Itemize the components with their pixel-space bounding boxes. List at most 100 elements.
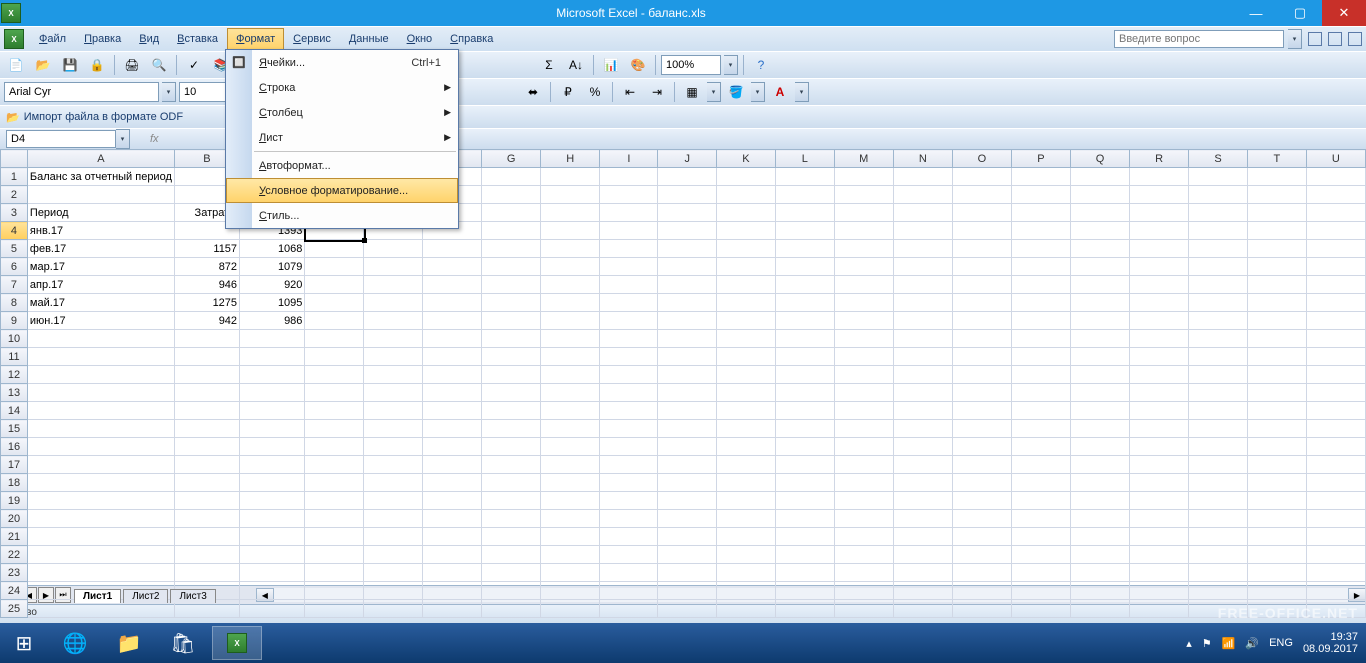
cell-F22[interactable] xyxy=(423,546,482,564)
cell-J11[interactable] xyxy=(658,348,717,366)
cell-N7[interactable] xyxy=(893,276,952,294)
cell-E12[interactable] xyxy=(364,366,423,384)
cell-R18[interactable] xyxy=(1130,474,1189,492)
cell-O9[interactable] xyxy=(952,312,1011,330)
cell-N21[interactable] xyxy=(893,528,952,546)
cell-T14[interactable] xyxy=(1247,402,1306,420)
cell-U15[interactable] xyxy=(1306,420,1365,438)
cell-I12[interactable] xyxy=(600,366,658,384)
menu-item[interactable]: Условное форматирование... xyxy=(226,178,458,203)
cell-U12[interactable] xyxy=(1306,366,1365,384)
zoom-dropdown[interactable]: ▾ xyxy=(724,55,738,75)
cell-M21[interactable] xyxy=(834,528,893,546)
cell-Q23[interactable] xyxy=(1070,564,1129,582)
cell-R20[interactable] xyxy=(1130,510,1189,528)
fx-label[interactable]: fx xyxy=(150,133,159,145)
cell-U16[interactable] xyxy=(1306,438,1365,456)
col-header-U[interactable]: U xyxy=(1306,150,1365,168)
cell-T13[interactable] xyxy=(1247,384,1306,402)
cell-P8[interactable] xyxy=(1012,294,1071,312)
cell-F14[interactable] xyxy=(423,402,482,420)
cell-S24[interactable] xyxy=(1189,582,1248,600)
cell-U2[interactable] xyxy=(1306,186,1365,204)
cell-D19[interactable] xyxy=(305,492,364,510)
cell-J16[interactable] xyxy=(658,438,717,456)
cell-B15[interactable] xyxy=(174,420,239,438)
cell-F17[interactable] xyxy=(423,456,482,474)
cell-P16[interactable] xyxy=(1012,438,1071,456)
cell-P25[interactable] xyxy=(1012,600,1071,618)
cell-J9[interactable] xyxy=(658,312,717,330)
font-size-selector[interactable]: 10 xyxy=(179,82,227,102)
row-header-5[interactable]: 5 xyxy=(1,240,28,258)
row-header-3[interactable]: 3 xyxy=(1,204,28,222)
tray-network-icon[interactable]: 📶 xyxy=(1222,637,1236,650)
cell-H22[interactable] xyxy=(541,546,600,564)
cell-A12[interactable] xyxy=(27,366,174,384)
cell-J12[interactable] xyxy=(658,366,717,384)
inc-indent-icon[interactable]: ⇥ xyxy=(645,80,669,104)
cell-N16[interactable] xyxy=(893,438,952,456)
cell-Q25[interactable] xyxy=(1070,600,1129,618)
cell-P6[interactable] xyxy=(1012,258,1071,276)
cell-A3[interactable]: Период xyxy=(27,204,174,222)
cell-B13[interactable] xyxy=(174,384,239,402)
cell-U6[interactable] xyxy=(1306,258,1365,276)
cell-A2[interactable] xyxy=(27,186,174,204)
cell-O5[interactable] xyxy=(952,240,1011,258)
open-icon[interactable]: 📂 xyxy=(31,53,55,77)
cell-E14[interactable] xyxy=(364,402,423,420)
name-box[interactable]: D4 xyxy=(6,130,116,148)
cell-N5[interactable] xyxy=(893,240,952,258)
cell-D12[interactable] xyxy=(305,366,364,384)
cell-Q2[interactable] xyxy=(1070,186,1129,204)
select-all-corner[interactable] xyxy=(1,150,28,168)
cell-K22[interactable] xyxy=(717,546,776,564)
cell-T18[interactable] xyxy=(1247,474,1306,492)
cell-U23[interactable] xyxy=(1306,564,1365,582)
cell-R24[interactable] xyxy=(1130,582,1189,600)
dec-indent-icon[interactable]: ⇤ xyxy=(618,80,642,104)
cell-S23[interactable] xyxy=(1189,564,1248,582)
cell-H13[interactable] xyxy=(541,384,600,402)
cell-K14[interactable] xyxy=(717,402,776,420)
cell-F16[interactable] xyxy=(423,438,482,456)
col-header-H[interactable]: H xyxy=(541,150,600,168)
cell-S20[interactable] xyxy=(1189,510,1248,528)
cell-L12[interactable] xyxy=(775,366,834,384)
cell-I2[interactable] xyxy=(600,186,658,204)
cell-C22[interactable] xyxy=(240,546,305,564)
cell-C10[interactable] xyxy=(240,330,305,348)
cell-O22[interactable] xyxy=(952,546,1011,564)
cell-E24[interactable] xyxy=(364,582,423,600)
cell-M16[interactable] xyxy=(834,438,893,456)
cell-K4[interactable] xyxy=(717,222,776,240)
cell-J23[interactable] xyxy=(658,564,717,582)
cell-G22[interactable] xyxy=(482,546,541,564)
cell-S5[interactable] xyxy=(1189,240,1248,258)
cell-M25[interactable] xyxy=(834,600,893,618)
cell-C25[interactable] xyxy=(240,600,305,618)
cell-P5[interactable] xyxy=(1012,240,1071,258)
cell-B5[interactable]: 1157 xyxy=(174,240,239,258)
cell-A11[interactable] xyxy=(27,348,174,366)
cell-S10[interactable] xyxy=(1189,330,1248,348)
cell-N6[interactable] xyxy=(893,258,952,276)
tray-volume-icon[interactable]: 🔊 xyxy=(1245,637,1259,650)
cell-I9[interactable] xyxy=(600,312,658,330)
cell-H10[interactable] xyxy=(541,330,600,348)
cell-L20[interactable] xyxy=(775,510,834,528)
col-header-M[interactable]: M xyxy=(834,150,893,168)
cell-D14[interactable] xyxy=(305,402,364,420)
cell-G14[interactable] xyxy=(482,402,541,420)
cell-E5[interactable] xyxy=(364,240,423,258)
cell-C13[interactable] xyxy=(240,384,305,402)
cell-U18[interactable] xyxy=(1306,474,1365,492)
cell-N25[interactable] xyxy=(893,600,952,618)
cell-E8[interactable] xyxy=(364,294,423,312)
cell-O21[interactable] xyxy=(952,528,1011,546)
cell-N23[interactable] xyxy=(893,564,952,582)
cell-D13[interactable] xyxy=(305,384,364,402)
cell-R3[interactable] xyxy=(1130,204,1189,222)
maximize-button[interactable]: ▢ xyxy=(1278,0,1322,26)
